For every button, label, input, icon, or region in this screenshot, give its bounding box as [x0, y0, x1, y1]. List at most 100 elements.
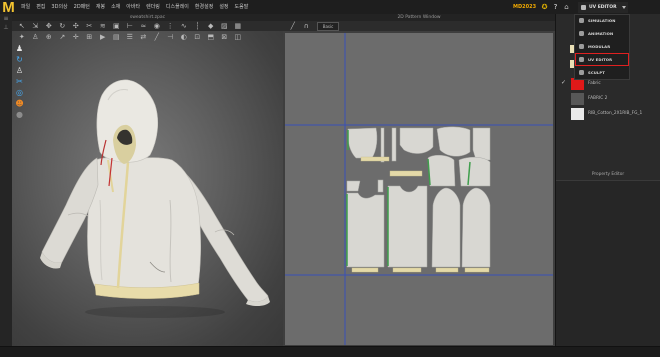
- material-swatch: [571, 108, 584, 120]
- shirring-icon[interactable]: ≈: [138, 21, 150, 31]
- select-mesh-icon[interactable]: ↖: [16, 21, 28, 31]
- view-dot-icon[interactable]: ●: [14, 110, 25, 120]
- avatar-icon[interactable]: ♙: [30, 32, 42, 42]
- mode-option-animation[interactable]: ANIMATION: [575, 27, 629, 40]
- material-swatch: [571, 78, 584, 90]
- pattern-piece: [399, 127, 434, 154]
- pattern-piece: [427, 155, 456, 187]
- help-icon[interactable]: ?: [551, 2, 560, 12]
- steam-icon[interactable]: ≋: [97, 21, 109, 31]
- sewing-icon[interactable]: ⇄: [138, 32, 150, 42]
- pattern-piece: [391, 127, 397, 162]
- menu-help[interactable]: 도움말: [235, 4, 249, 10]
- edit-curve-icon[interactable]: ∩: [301, 21, 313, 31]
- 2d-window-title: 2D Pattern Window: [397, 15, 441, 20]
- animation-mode-icon: [579, 31, 584, 37]
- menu-render[interactable]: 렌더링: [146, 4, 160, 10]
- 3d-toolbar-row-2: ✦ ♙ ⊕ ↗ ✛ ⊞ ▶ ▤ ☰ ⇄ ╱ ⊣ ◐ ⊡ ⬒ ⊠ ◫: [16, 32, 244, 42]
- boundary-icon[interactable]: ⊡: [192, 32, 204, 42]
- material-row[interactable]: RIB_Cotton_2X1RIB_FG_1: [556, 107, 660, 121]
- menu-edit[interactable]: 편집: [36, 4, 45, 10]
- menu-2d-pattern[interactable]: 2D패턴: [74, 4, 90, 10]
- panel-menu-icon[interactable]: ≡: [1, 14, 11, 23]
- pattern-piece: [346, 192, 385, 268]
- menu-sewing[interactable]: 재봉: [96, 4, 105, 10]
- layer-icon[interactable]: ☰: [124, 32, 136, 42]
- line-icon[interactable]: ╱: [151, 32, 163, 42]
- fit-icon[interactable]: ⊞: [84, 32, 96, 42]
- seam-icon[interactable]: ⊣: [165, 32, 177, 42]
- strengthen-icon[interactable]: ▣: [111, 21, 123, 31]
- menu-avatar[interactable]: 아바타: [126, 4, 140, 10]
- animation-icon[interactable]: ▶: [97, 32, 109, 42]
- pattern-piece: [461, 187, 491, 268]
- elastic-icon[interactable]: ◐: [178, 32, 190, 42]
- graphic-icon[interactable]: ▨: [219, 21, 231, 31]
- menu-3d-garment[interactable]: 3D의상: [51, 4, 67, 10]
- mode-option-sculpt[interactable]: SCULPT: [575, 66, 629, 79]
- menu-settings[interactable]: 설정: [219, 4, 228, 10]
- mode-option-modular[interactable]: MODULAR: [575, 40, 629, 53]
- select-icon[interactable]: ↗: [57, 32, 69, 42]
- tack-icon[interactable]: ✣: [70, 21, 82, 31]
- store-icon[interactable]: ⌂: [562, 2, 571, 12]
- version-badge: MD2023: [513, 4, 537, 10]
- property-editor-header: Property Editor: [556, 170, 660, 181]
- move-icon[interactable]: ✛: [70, 32, 82, 42]
- 2d-pattern-canvas[interactable]: [285, 33, 553, 345]
- cut-icon[interactable]: ✂: [84, 21, 96, 31]
- material-name: RIB_Cotton_2X1RIB_FG_1: [588, 111, 643, 116]
- measure-icon[interactable]: ⊢: [124, 21, 136, 31]
- mode-option-simulation[interactable]: SIMULATION: [575, 15, 629, 28]
- pattern-piece: [347, 127, 378, 159]
- settings-icon[interactable]: ✪: [540, 2, 549, 12]
- trim-piece: [360, 156, 390, 162]
- 3d-garment-render[interactable]: [12, 31, 283, 346]
- menu-file[interactable]: 파일: [21, 4, 30, 10]
- pattern-piece: [458, 157, 491, 187]
- topstitch-icon[interactable]: ┆: [192, 21, 204, 31]
- arrangement-icon[interactable]: ⊕: [43, 32, 55, 42]
- trim-piece: [435, 267, 459, 273]
- mode-option-label: SCULPT: [588, 69, 605, 75]
- mode-option-uv-editor[interactable]: UV EDITOR: [575, 52, 629, 66]
- scissors-icon[interactable]: ✂: [14, 77, 25, 87]
- trim-icon[interactable]: ◆: [205, 21, 217, 31]
- menu-preferences[interactable]: 환경설정: [195, 4, 213, 10]
- top-icon-group: ✪? ⌂: [540, 2, 571, 12]
- 3d-viewport[interactable]: [12, 31, 283, 346]
- mode-option-label: SIMULATION: [588, 18, 616, 24]
- fabric-icon[interactable]: ▤: [111, 32, 123, 42]
- material-row[interactable]: FABRIC 2: [556, 92, 660, 106]
- rotate-view-icon[interactable]: ↻: [14, 55, 25, 65]
- pin-icon[interactable]: ✥: [43, 21, 55, 31]
- menu-display[interactable]: 디스플레이: [166, 4, 189, 10]
- measure-tape-icon[interactable]: ◎: [14, 88, 25, 98]
- left-dock-strip: ≡ ⊥: [0, 14, 12, 346]
- 2d-pattern-layout[interactable]: [285, 33, 553, 345]
- material-name: FABRIC 2: [588, 96, 608, 101]
- 3d-toolbar-row-1: ↖ ⇲ ✥ ↻ ✣ ✂ ≋ ▣ ⊢ ≈ ◉ ⋮ ∿ ┆ ◆ ▨ ▦: [16, 21, 244, 31]
- display-icon[interactable]: ◫: [232, 32, 244, 42]
- avatar-view-icon[interactable]: ♙: [14, 66, 25, 76]
- hanger-icon[interactable]: ⊠: [219, 32, 231, 42]
- pattern-piece: [472, 127, 491, 161]
- texture-icon[interactable]: ▦: [232, 21, 244, 31]
- transform-2d-icon[interactable]: ╱: [287, 21, 299, 31]
- transform-pattern-icon[interactable]: ⇲: [30, 21, 42, 31]
- simulate-icon[interactable]: ✦: [16, 32, 28, 42]
- avatar-orange-icon[interactable]: ☻: [14, 99, 25, 109]
- material-selected-checkbox[interactable]: [561, 79, 566, 87]
- avatar-pose-icon[interactable]: ♟: [14, 44, 25, 54]
- fold-icon[interactable]: ↻: [57, 21, 69, 31]
- mode-selector[interactable]: UV EDITOR: [578, 2, 628, 13]
- button-icon[interactable]: ◉: [151, 21, 163, 31]
- fold-arrange-icon[interactable]: ⬒: [205, 32, 217, 42]
- panel-pin-icon[interactable]: ⊥: [1, 23, 11, 32]
- view-mode-select[interactable]: Basic: [317, 21, 339, 31]
- menu-materials[interactable]: 소재: [111, 4, 120, 10]
- uv-editor-mode-icon: [581, 5, 586, 10]
- zipper-icon[interactable]: ⋮: [165, 21, 177, 31]
- app-logo[interactable]: M: [1, 0, 16, 15]
- puckering-icon[interactable]: ∿: [178, 21, 190, 31]
